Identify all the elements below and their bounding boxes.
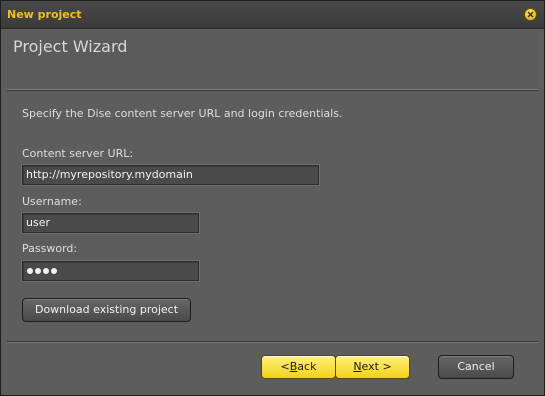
next-button[interactable]: Next >: [335, 355, 410, 379]
username-label: Username:: [22, 195, 82, 208]
password-dot: [51, 268, 57, 274]
back-button-label: ack: [297, 360, 317, 373]
new-project-dialog: New project Project Wizard Specify the D…: [0, 0, 545, 396]
password-dot: [43, 268, 49, 274]
page-title: Project Wizard: [13, 37, 128, 56]
back-button[interactable]: <Back: [261, 355, 336, 379]
server-url-input[interactable]: http://myrepository.mydomain: [22, 165, 319, 185]
instructions-text: Specify the Dise content server URL and …: [22, 107, 343, 120]
password-dot: [35, 268, 41, 274]
password-label: Password:: [22, 242, 78, 255]
password-dot: [27, 268, 33, 274]
close-icon[interactable]: [524, 8, 537, 21]
username-value: user: [26, 216, 50, 229]
back-button-accel: <: [280, 360, 290, 373]
cancel-button[interactable]: Cancel: [438, 355, 514, 379]
download-existing-project-button[interactable]: Download existing project: [22, 298, 191, 322]
password-mask: [27, 268, 57, 274]
title-bar[interactable]: New project: [1, 1, 544, 29]
password-input[interactable]: [22, 261, 199, 281]
next-button-label: ext >: [361, 360, 392, 373]
wizard-header: Project Wizard: [7, 30, 538, 90]
footer-divider: [7, 341, 538, 343]
username-input[interactable]: user: [22, 213, 199, 233]
cancel-button-label: Cancel: [457, 360, 495, 373]
server-url-value: http://myrepository.mydomain: [26, 168, 193, 181]
server-url-label: Content server URL:: [22, 147, 134, 160]
download-button-label: Download existing project: [34, 303, 179, 316]
window-title: New project: [7, 8, 82, 21]
next-button-accel: N: [353, 360, 362, 373]
